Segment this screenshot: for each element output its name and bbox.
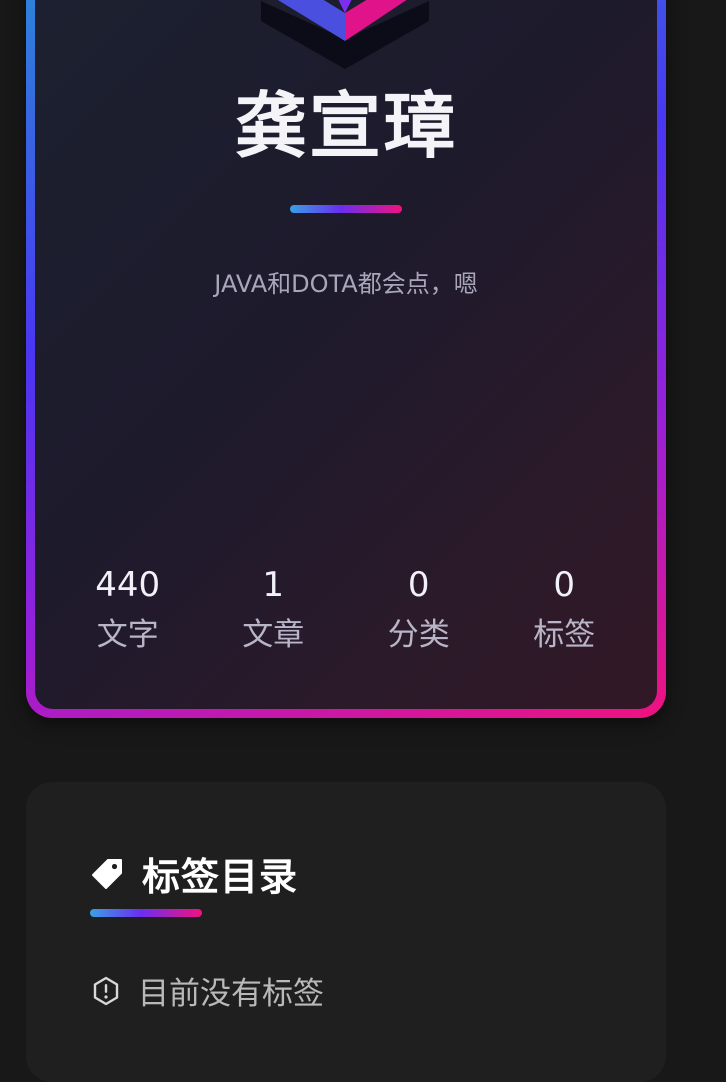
logo-icon — [261, 0, 429, 69]
tag-catalog-header: 标签目录 — [90, 846, 298, 901]
stat-label: 文章 — [242, 617, 305, 653]
stat-words[interactable]: 440 文字 — [55, 565, 201, 657]
stat-articles[interactable]: 1 文章 — [201, 565, 347, 657]
profile-card-body: 龚宣璋 JAVA和DOTA都会点，嗯 440 文字 1 文章 0 分类 0 标签 — [35, 0, 657, 709]
tag-catalog-card: 标签目录 目前没有标签 — [26, 782, 666, 1082]
stat-value: 0 — [553, 565, 576, 605]
tag-icon — [92, 858, 122, 889]
stat-categories[interactable]: 0 分类 — [346, 565, 492, 657]
stat-label: 文字 — [96, 617, 159, 653]
empty-tags-message: 目前没有标签 — [90, 968, 324, 1013]
name-underline — [290, 205, 402, 213]
profile-card: 龚宣璋 JAVA和DOTA都会点，嗯 440 文字 1 文章 0 分类 0 标签 — [26, 0, 666, 718]
stat-value: 1 — [262, 565, 285, 605]
tag-catalog-title: 标签目录 — [142, 855, 299, 899]
stat-value: 440 — [95, 565, 161, 605]
tag-title-underline — [90, 909, 202, 917]
stat-label: 标签 — [533, 617, 596, 653]
stat-value: 0 — [407, 565, 430, 605]
author-motto: JAVA和DOTA都会点，嗯 — [214, 270, 478, 298]
author-name: 龚宣璋 — [234, 84, 457, 168]
stats-row: 440 文字 1 文章 0 分类 0 标签 — [55, 565, 637, 657]
empty-tags-text: 目前没有标签 — [138, 976, 324, 1012]
page: 龚宣璋 JAVA和DOTA都会点，嗯 440 文字 1 文章 0 分类 0 标签… — [0, 0, 726, 1082]
stat-label: 分类 — [387, 617, 450, 653]
stat-tags[interactable]: 0 标签 — [492, 565, 638, 657]
alert-octagon-icon — [93, 976, 119, 1005]
